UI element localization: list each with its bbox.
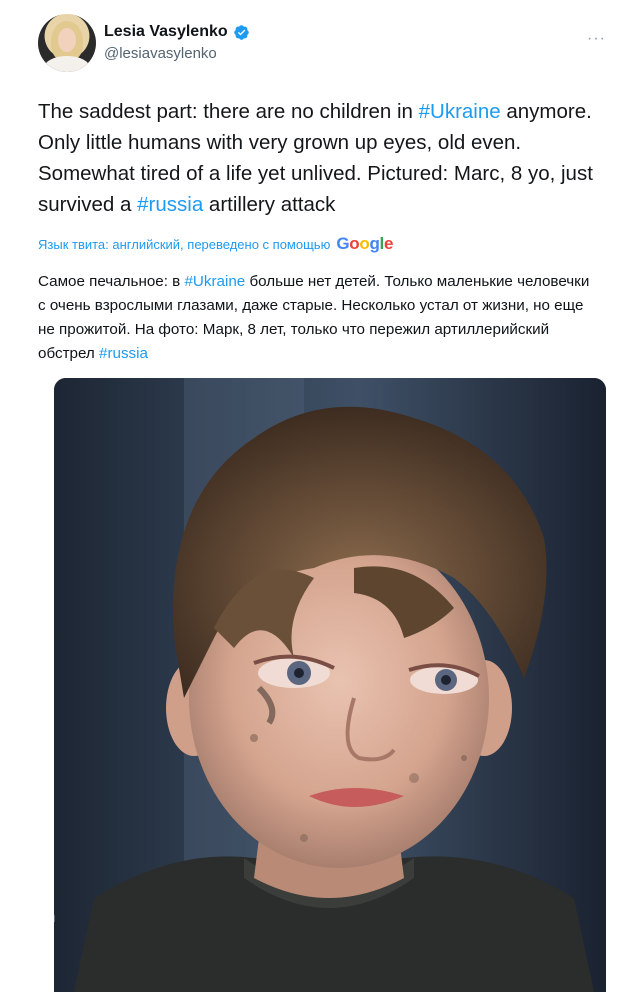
tweet-text-part: artillery attack (203, 193, 336, 216)
more-horizontal-icon[interactable]: ··· (587, 30, 606, 48)
avatar-face (58, 28, 76, 52)
tweet-text: The saddest part: there are no children … (38, 96, 618, 220)
author-names[interactable]: Lesia Vasylenko @lesiavasylenko (104, 23, 250, 62)
translated-tweet-text: Самое печальное: в #Ukraine больше нет д… (38, 270, 598, 366)
translated-hashtag-russia[interactable]: #russia (99, 345, 148, 362)
child-portrait-image (54, 378, 606, 992)
google-logo: Google (336, 234, 394, 253)
translation-note[interactable]: Язык твита: английский, переведено с пом… (38, 234, 393, 254)
translated-text-part: Самое печальное: в (38, 273, 185, 290)
author-avatar[interactable] (38, 14, 96, 72)
author-display-name-text[interactable]: Lesia Vasylenko (104, 23, 228, 41)
avatar-shoulders (44, 56, 90, 72)
watermark-text: BEARI (22, 914, 56, 925)
translation-note-text: Язык твита: английский, переведено с пом… (38, 236, 331, 252)
verified-badge-icon (233, 24, 250, 41)
author-display-name[interactable]: Lesia Vasylenko (104, 23, 250, 41)
tweet-photo[interactable] (54, 378, 606, 992)
hashtag-russia[interactable]: #russia (137, 193, 203, 216)
tweet-header: Lesia Vasylenko @lesiavasylenko ··· (38, 14, 610, 74)
author-handle[interactable]: @lesiavasylenko (104, 45, 250, 62)
translated-hashtag-ukraine[interactable]: #Ukraine (184, 273, 245, 290)
tweet-text-part: The saddest part: there are no children … (38, 100, 419, 123)
hashtag-ukraine[interactable]: #Ukraine (419, 100, 501, 123)
